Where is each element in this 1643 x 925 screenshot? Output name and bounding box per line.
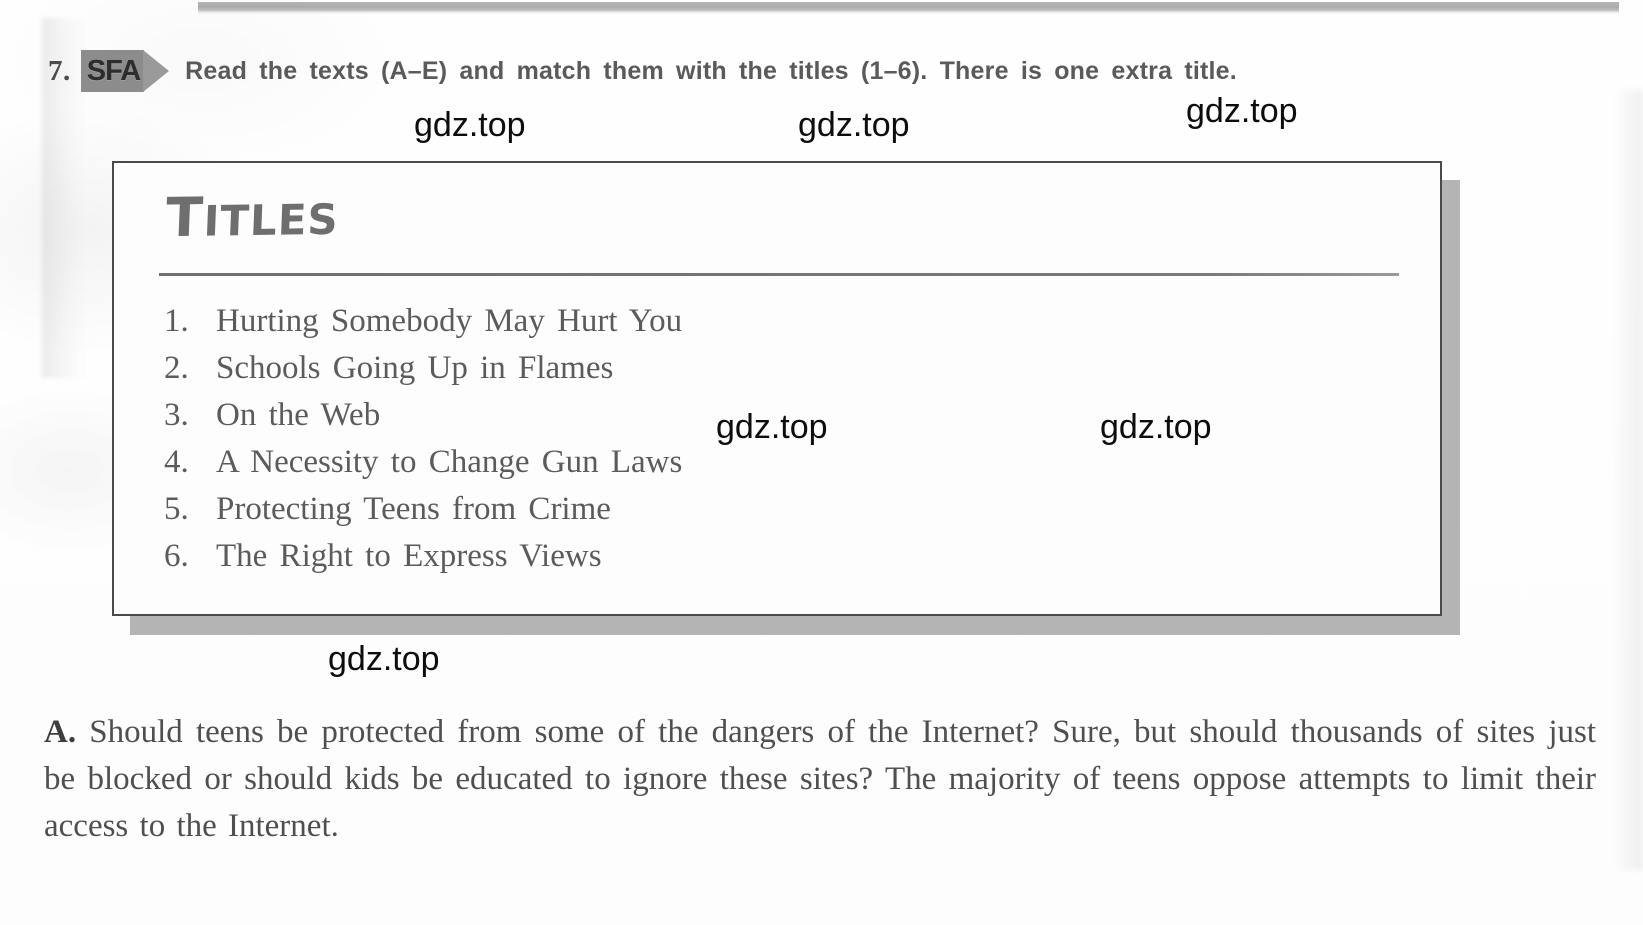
title-number: 6. (164, 538, 189, 574)
title-text: A Necessity to Change Gun Laws (216, 444, 683, 480)
title-number: 3. (164, 397, 189, 433)
title-number: 4. (164, 444, 189, 480)
arrow-right-icon (143, 50, 170, 92)
title-text: Schools Going Up in Flames (216, 350, 614, 386)
title-number: 5. (164, 491, 189, 527)
titles-heading-rule (159, 273, 1399, 276)
top-divider-rule (198, 2, 1619, 11)
watermark: gdz.top (1186, 92, 1298, 130)
workbook-page: 7. SFA Read the texts (A–E) and match th… (0, 0, 1643, 925)
list-item: 1. Hurting Somebody May Hurt You (164, 298, 682, 345)
right-margin-smudge (1613, 90, 1643, 870)
titles-heading: TITLES (164, 184, 340, 250)
sfa-badge-label: SFA (80, 50, 145, 92)
list-item: 4. A Necessity to Change Gun Laws (164, 439, 682, 486)
title-text: Protecting Teens from Crime (216, 491, 611, 527)
title-number: 1. (164, 303, 189, 339)
title-text: Hurting Somebody May Hurt You (216, 303, 683, 339)
passage-label: A. (44, 714, 77, 750)
list-item: 6. The Right to Express Views (164, 533, 682, 580)
titles-heading-initial: T (164, 185, 206, 250)
passage-a: A. Should teens be protected from some o… (44, 709, 1596, 850)
list-item: 2. Schools Going Up in Flames (164, 345, 682, 392)
watermark: gdz.top (798, 106, 910, 144)
title-text: The Right to Express Views (216, 538, 602, 574)
exercise-instruction: Read the texts (A–E) and match them with… (185, 56, 1237, 85)
top-divider-fade (198, 11, 1619, 14)
exercise-header: 7. SFA Read the texts (A–E) and match th… (48, 50, 1588, 92)
exercise-number: 7. (48, 54, 71, 87)
title-text: On the Web (216, 397, 381, 433)
watermark: gdz.top (414, 106, 526, 144)
watermark: gdz.top (328, 640, 440, 678)
list-item: 5. Protecting Teens from Crime (164, 486, 682, 533)
title-number: 2. (164, 350, 189, 386)
list-item: 3. On the Web (164, 392, 682, 439)
titles-box: TITLES 1. Hurting Somebody May Hurt You … (112, 161, 1442, 616)
passage-text: Should teens be protected from some of t… (44, 714, 1596, 844)
titles-heading-rest: ITLES (202, 194, 340, 246)
titles-list: 1. Hurting Somebody May Hurt You 2. Scho… (164, 298, 682, 580)
sfa-badge: SFA (80, 50, 170, 92)
